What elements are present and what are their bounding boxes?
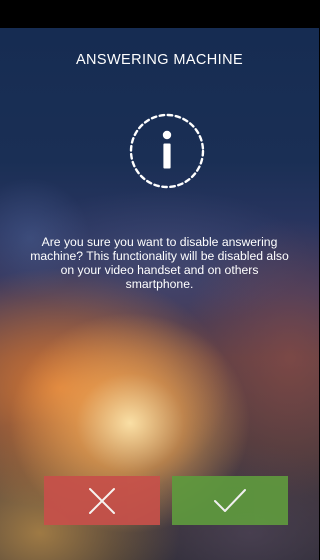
checkmark-icon xyxy=(213,488,247,514)
page-title: ANSWERING MACHINE xyxy=(75,52,244,68)
confirm-button[interactable] xyxy=(172,476,288,525)
status-bar xyxy=(0,0,319,28)
answering-machine-screen: ANSWERING MACHINE Are you sure you want … xyxy=(0,0,319,560)
close-icon xyxy=(88,487,116,515)
cancel-button[interactable] xyxy=(44,476,160,525)
confirmation-message: Are you sure you want to disable answeri… xyxy=(30,235,289,291)
info-icon xyxy=(129,113,205,189)
